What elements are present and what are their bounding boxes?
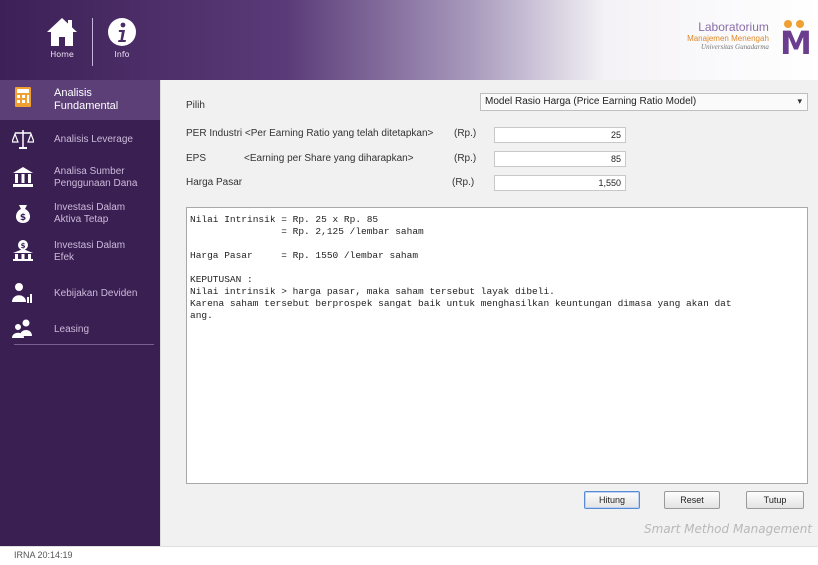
home-label: Home [50, 50, 74, 59]
logo-letter: M [780, 24, 812, 62]
model-select[interactable]: Model Rasio Harga (Price Earning Ratio M… [480, 93, 808, 111]
sidebar: Analisis Fundamental Analisis Leverage A… [0, 80, 160, 546]
logo-line3: Universitas Gunadarma [701, 43, 769, 51]
sidebar-item-label: Analisa Sumber Penggunaan Dana [54, 166, 138, 189]
app-header: Home Info Laboratorium Manajemen Menenga… [0, 0, 818, 80]
per-input[interactable]: 25 [494, 127, 626, 143]
per-label: PER Industri <Per Earning Ratio yang tel… [186, 128, 434, 139]
bank-icon [13, 167, 33, 187]
result-line: Karena saham tersebut berprospek sangat … [190, 298, 732, 309]
eps-label: EPS [186, 153, 207, 164]
tutup-button[interactable]: Tutup [746, 491, 804, 509]
svg-text:$: $ [20, 213, 26, 223]
result-line: Nilai Intrinsik = Rp. 25 x Rp. 85 [190, 214, 379, 225]
home-icon [47, 18, 77, 46]
result-textarea[interactable]: Nilai Intrinsik = Rp. 25 x Rp. 85 = Rp. … [186, 207, 808, 484]
sidebar-item-investasi-efek[interactable]: $ Investasi Dalam Efek [0, 232, 160, 272]
info-icon [108, 18, 136, 46]
sidebar-item-label: Kebijakan Deviden [54, 288, 138, 299]
harga-pasar-unit: (Rp.) [452, 177, 475, 188]
sidebar-divider [14, 344, 154, 345]
calculator-icon [15, 87, 31, 107]
result-line: = Rp. 2,125 /lembar saham [190, 226, 424, 237]
sidebar-item-analisis-leverage[interactable]: Analisis Leverage [0, 122, 160, 158]
status-text: IRNA 20:14:19 [14, 550, 73, 560]
eps-input[interactable]: 85 [494, 151, 626, 167]
info-button[interactable]: Info [96, 16, 148, 70]
hitung-button[interactable]: Hitung [584, 491, 640, 509]
header-divider [92, 18, 93, 66]
chevron-down-icon: ▾ [797, 96, 802, 106]
result-line: KEPUTUSAN : [190, 274, 253, 285]
lab-logo: Laboratorium Manajemen Menengah Universi… [687, 20, 812, 62]
svg-text:$: $ [21, 242, 26, 250]
sidebar-item-kebijakan-deviden[interactable]: Kebijakan Deviden [0, 276, 160, 312]
sidebar-item-analisa-sumber[interactable]: Analisa Sumber Penggunaan Dana [0, 158, 160, 198]
status-bar: IRNA 20:14:19 [0, 546, 818, 565]
money-bag-icon: $ [15, 205, 31, 223]
scale-icon [12, 130, 34, 149]
brand-watermark: Smart Method Management [644, 522, 812, 536]
logo-line1: Laboratorium [698, 20, 769, 34]
result-line: ang. [190, 310, 213, 321]
eps-description: <Earning per Share yang diharapkan> [244, 153, 414, 164]
eps-unit: (Rp.) [454, 153, 477, 164]
sidebar-item-label: Investasi Dalam Aktiva Tetap [54, 202, 126, 225]
model-select-value: Model Rasio Harga (Price Earning Ratio M… [485, 96, 697, 107]
sidebar-item-investasi-aktiva[interactable]: $ Investasi Dalam Aktiva Tetap [0, 194, 160, 234]
reset-button[interactable]: Reset [664, 491, 720, 509]
per-unit: (Rp.) [454, 128, 477, 139]
sidebar-item-leasing[interactable]: Leasing [0, 312, 160, 348]
sidebar-item-label: Analisis Leverage [54, 134, 133, 145]
result-line: Nilai intrinsik > harga pasar, maka saha… [190, 286, 555, 297]
harga-pasar-input[interactable]: 1,550 [494, 175, 626, 191]
pilih-label: Pilih [186, 100, 205, 111]
logo-line2: Manajemen Menengah [687, 34, 769, 43]
sidebar-item-label: Analisis Fundamental [54, 87, 119, 112]
result-line [190, 238, 804, 250]
harga-pasar-label: Harga Pasar [186, 177, 243, 188]
sidebar-item-analisis-fundamental[interactable]: Analisis Fundamental [0, 80, 160, 120]
info-label: Info [114, 50, 130, 59]
result-line: Harga Pasar = Rp. 1550 /lembar saham [190, 250, 419, 261]
logo-mark: M [780, 20, 812, 62]
people-icon [12, 319, 32, 338]
home-button[interactable]: Home [36, 16, 88, 70]
person-chart-icon [12, 283, 32, 303]
result-line [190, 262, 804, 274]
sidebar-item-label: Investasi Dalam Efek [54, 240, 126, 263]
sidebar-item-label: Leasing [54, 324, 90, 335]
bank-money-icon: $ [13, 240, 33, 261]
